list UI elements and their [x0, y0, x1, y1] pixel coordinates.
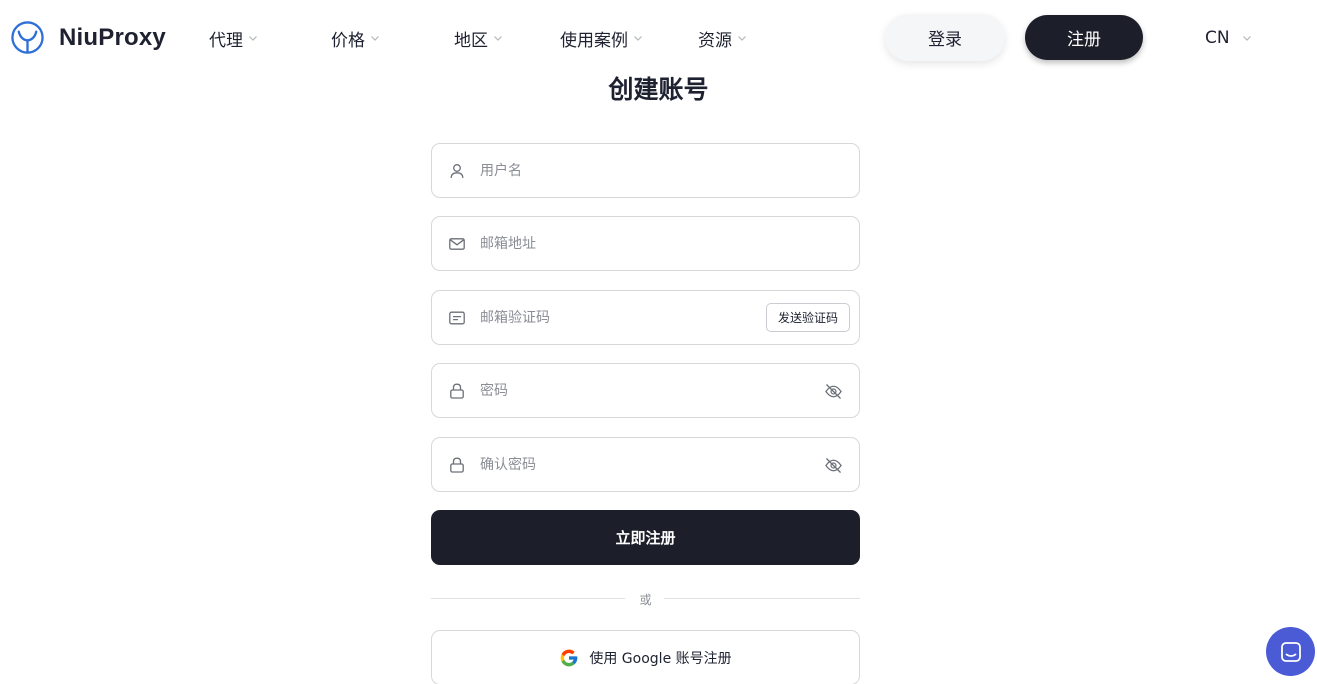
verification-code-input[interactable] [480, 302, 780, 333]
lock-icon [450, 383, 464, 399]
nav-item-label: 价格 [331, 30, 365, 51]
brand-logo[interactable]: NiuProxy [10, 20, 166, 55]
brand-name: NiuProxy [59, 23, 166, 51]
or-divider: 或 [431, 590, 860, 608]
message-code-icon [449, 311, 465, 324]
username-input[interactable] [480, 155, 780, 186]
chat-launcher-button[interactable] [1266, 627, 1315, 676]
send-code-button[interactable]: 发送验证码 [766, 303, 850, 332]
email-input[interactable] [480, 228, 780, 259]
google-signup-label: 使用 Google 账号注册 [589, 650, 732, 667]
chevron-down-icon [249, 36, 257, 41]
divider-line [664, 598, 860, 599]
chevron-down-icon [494, 36, 502, 41]
nav-item-label: 使用案例 [560, 30, 628, 51]
page-title: 创建账号 [608, 75, 709, 104]
user-icon [450, 163, 464, 178]
nav-item-locations[interactable]: 地区 [454, 26, 503, 51]
nav-item-label: 资源 [698, 30, 732, 51]
chevron-down-icon [1242, 36, 1251, 41]
chevron-down-icon [371, 36, 379, 41]
nav-item-use-cases[interactable]: 使用案例 [560, 26, 643, 51]
nav-item-pricing[interactable]: 价格 [331, 26, 380, 51]
login-button[interactable]: 登录 [885, 14, 1005, 61]
submit-register-button[interactable]: 立即注册 [431, 510, 860, 565]
language-selector[interactable]: CN [1205, 26, 1252, 50]
google-icon [561, 649, 578, 666]
niuproxy-logo-icon [11, 21, 44, 54]
site-header: NiuProxy 代理 价格 地区 使用案例 资源 登录 注册 CN [0, 0, 1317, 76]
email-field[interactable] [431, 216, 860, 271]
password-field[interactable] [431, 363, 860, 418]
nav-item-label: 地区 [454, 30, 488, 51]
username-field[interactable] [431, 143, 860, 198]
verification-code-field[interactable]: 发送验证码 [431, 290, 860, 345]
google-signup-button[interactable]: 使用 Google 账号注册 [431, 630, 860, 684]
chevron-down-icon [738, 36, 746, 41]
chevron-down-icon [634, 36, 642, 41]
divider-text: 或 [639, 593, 652, 607]
password-input[interactable] [480, 375, 780, 406]
lock-icon [450, 457, 464, 473]
register-button[interactable]: 注册 [1025, 15, 1143, 60]
chat-icon [1280, 641, 1301, 662]
language-label: CN [1205, 28, 1230, 48]
confirm-password-input[interactable] [480, 449, 780, 480]
eye-off-icon[interactable] [824, 382, 843, 401]
eye-off-icon[interactable] [824, 456, 843, 475]
nav-item-proxy[interactable]: 代理 [209, 26, 258, 51]
nav-item-resources[interactable]: 资源 [698, 26, 747, 51]
mail-icon [449, 237, 465, 250]
nav-item-label: 代理 [209, 30, 243, 51]
confirm-password-field[interactable] [431, 437, 860, 492]
